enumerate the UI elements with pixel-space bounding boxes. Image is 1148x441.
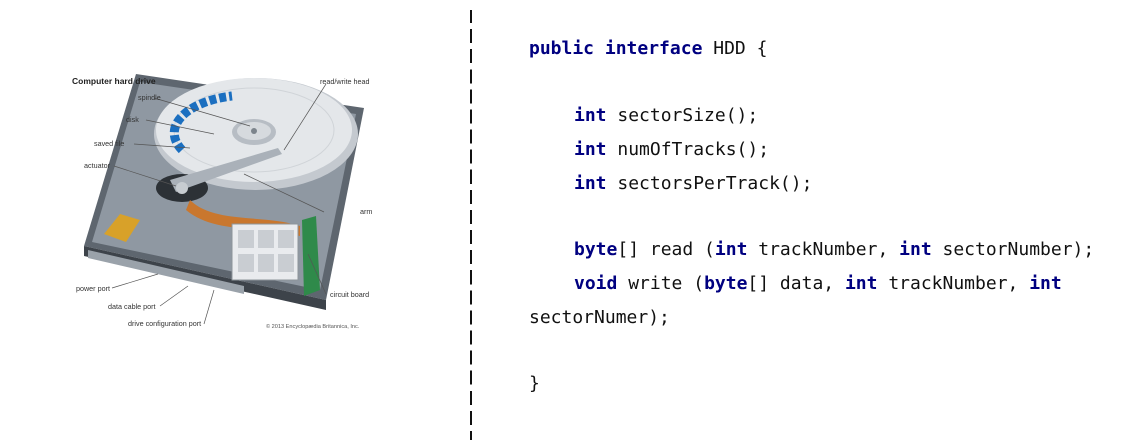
code-line-num-of-tracks: int numOfTracks();: [574, 139, 770, 160]
code-line-read: byte[] read (int trackNumber, int sector…: [574, 239, 1095, 260]
code-line-sectors-per-track: int sectorsPerTrack();: [574, 173, 813, 194]
label-disk: disk: [126, 115, 139, 124]
dashed-divider: [470, 10, 472, 440]
label-actuator: actuator: [84, 161, 111, 170]
label-circuit-board: circuit board: [330, 290, 369, 299]
label-read-write-head: read/write head: [320, 77, 370, 86]
hard-drive-diagram: Computer hard drive spindle disk saved f…: [72, 74, 372, 330]
figure-title: Computer hard drive: [72, 76, 156, 86]
code-line-sector-size: int sectorSize();: [574, 105, 759, 126]
label-data-cable-port: data cable port: [108, 302, 156, 311]
hard-drive-illustration: Computer hard drive spindle disk saved f…: [64, 64, 384, 336]
label-drive-configuration-port: drive configuration port: [128, 319, 201, 328]
code-listing: public interface HDD { int sectorSize();…: [529, 36, 1129, 394]
label-saved-file: saved file: [94, 139, 124, 148]
code-line-write-continued: sectorNumer);: [529, 307, 670, 328]
connector-block: [231, 223, 299, 281]
disk-platter: [154, 78, 358, 190]
label-power-port: power port: [76, 284, 110, 293]
code-line-closing-brace: }: [529, 373, 540, 394]
code-line-write: void write (byte[] data, int trackNumber…: [574, 273, 1062, 294]
code-line-interface: public interface HDD {: [529, 38, 768, 59]
copyright-notice: © 2013 Encyclopædia Britannica, Inc.: [266, 323, 360, 330]
label-arm: arm: [360, 207, 372, 216]
label-spindle: spindle: [138, 93, 161, 102]
